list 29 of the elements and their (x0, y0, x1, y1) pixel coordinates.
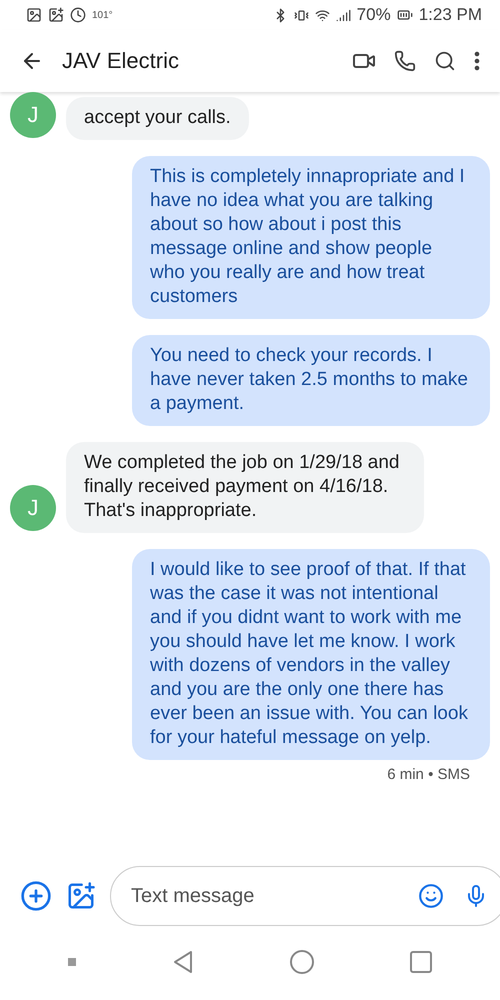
menu-button[interactable] (474, 51, 480, 71)
search-button[interactable] (434, 50, 456, 72)
signal-icon (336, 8, 351, 22)
received-message: We completed the job on 1/29/18 and finally received payment on 4/16/18. That's inappropriate. (66, 442, 424, 533)
notification-icon (48, 7, 64, 23)
vibrate-icon (294, 8, 309, 22)
emoji-button[interactable] (418, 883, 444, 909)
phone-call-button[interactable] (394, 50, 416, 72)
message-timestamp: 6 min • SMS (387, 766, 470, 783)
temperature-text: 101° (92, 10, 113, 20)
compose-field[interactable]: Text message (110, 866, 500, 926)
clock-time: 1:23 PM (418, 5, 482, 25)
conversation-title: JAV Electric (62, 48, 180, 74)
sent-message: This is completely innapropriate and I have no idea what you are talking about so how about i post this message online and show people who you really are and how treat customers (132, 156, 490, 319)
back-nav-button[interactable] (172, 950, 194, 974)
home-nav-button[interactable] (290, 950, 314, 974)
sent-message: You need to check your records. I have never taken 2.5 months to make a payment. (132, 335, 490, 426)
clock-icon (70, 7, 86, 23)
contact-avatar: J (10, 92, 56, 138)
gallery-button[interactable] (66, 881, 96, 911)
wifi-icon (314, 8, 330, 22)
sent-message: I would like to see proof of that. If that was the case it was not intentional and if you didnt want to work with me you should have let me know. I work with dozens of vendors in the valley and you are the only one there has ever been an issue with. You can look for your hateful message on yelp. (132, 549, 490, 760)
image-icon (26, 7, 42, 23)
battery-percent: 70% (356, 5, 391, 25)
received-message: accept your calls. (66, 97, 249, 140)
recents-nav-button[interactable] (410, 951, 432, 973)
contact-avatar: J (10, 485, 56, 531)
message-input-field[interactable]: Text message (129, 884, 398, 908)
add-button[interactable] (20, 880, 52, 912)
